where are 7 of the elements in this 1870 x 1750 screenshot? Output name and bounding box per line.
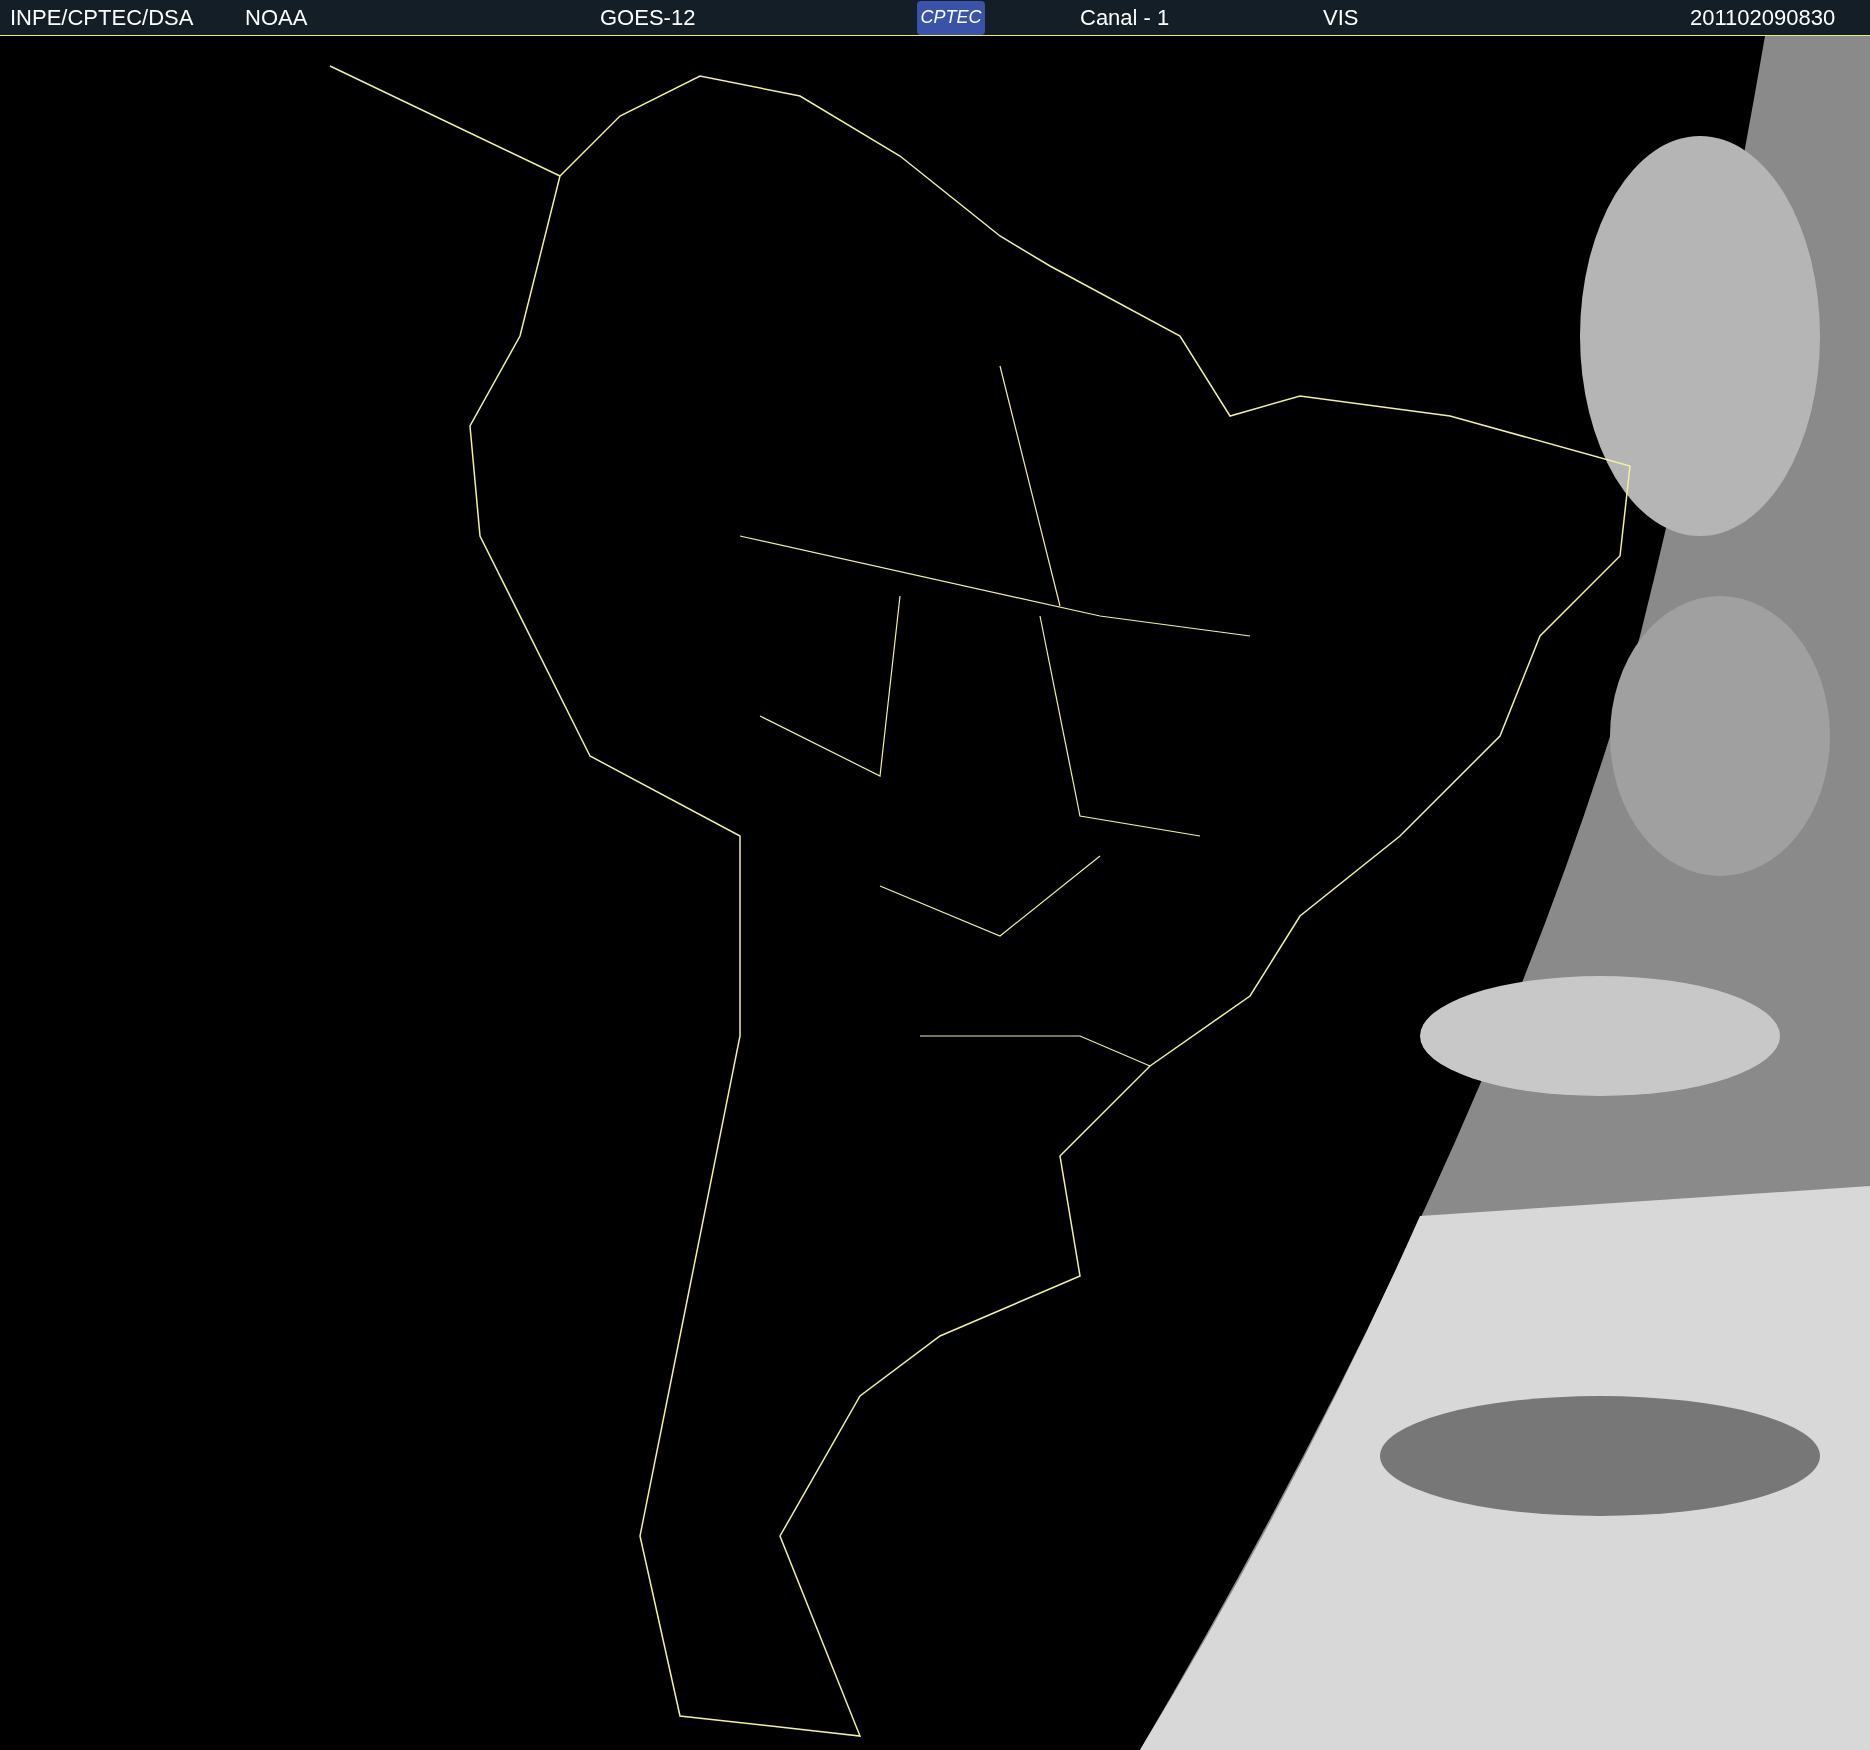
logo: CPTEC [917, 0, 985, 35]
source-label: INPE/CPTEC/DSA [10, 4, 195, 32]
channel-label: Canal - 1 [1080, 4, 1171, 32]
agency-label: NOAA [245, 4, 309, 32]
band-label: VIS [1323, 4, 1360, 32]
satellite-label: GOES-12 [600, 4, 697, 32]
timestamp-label: 201102090830 [1690, 4, 1836, 32]
